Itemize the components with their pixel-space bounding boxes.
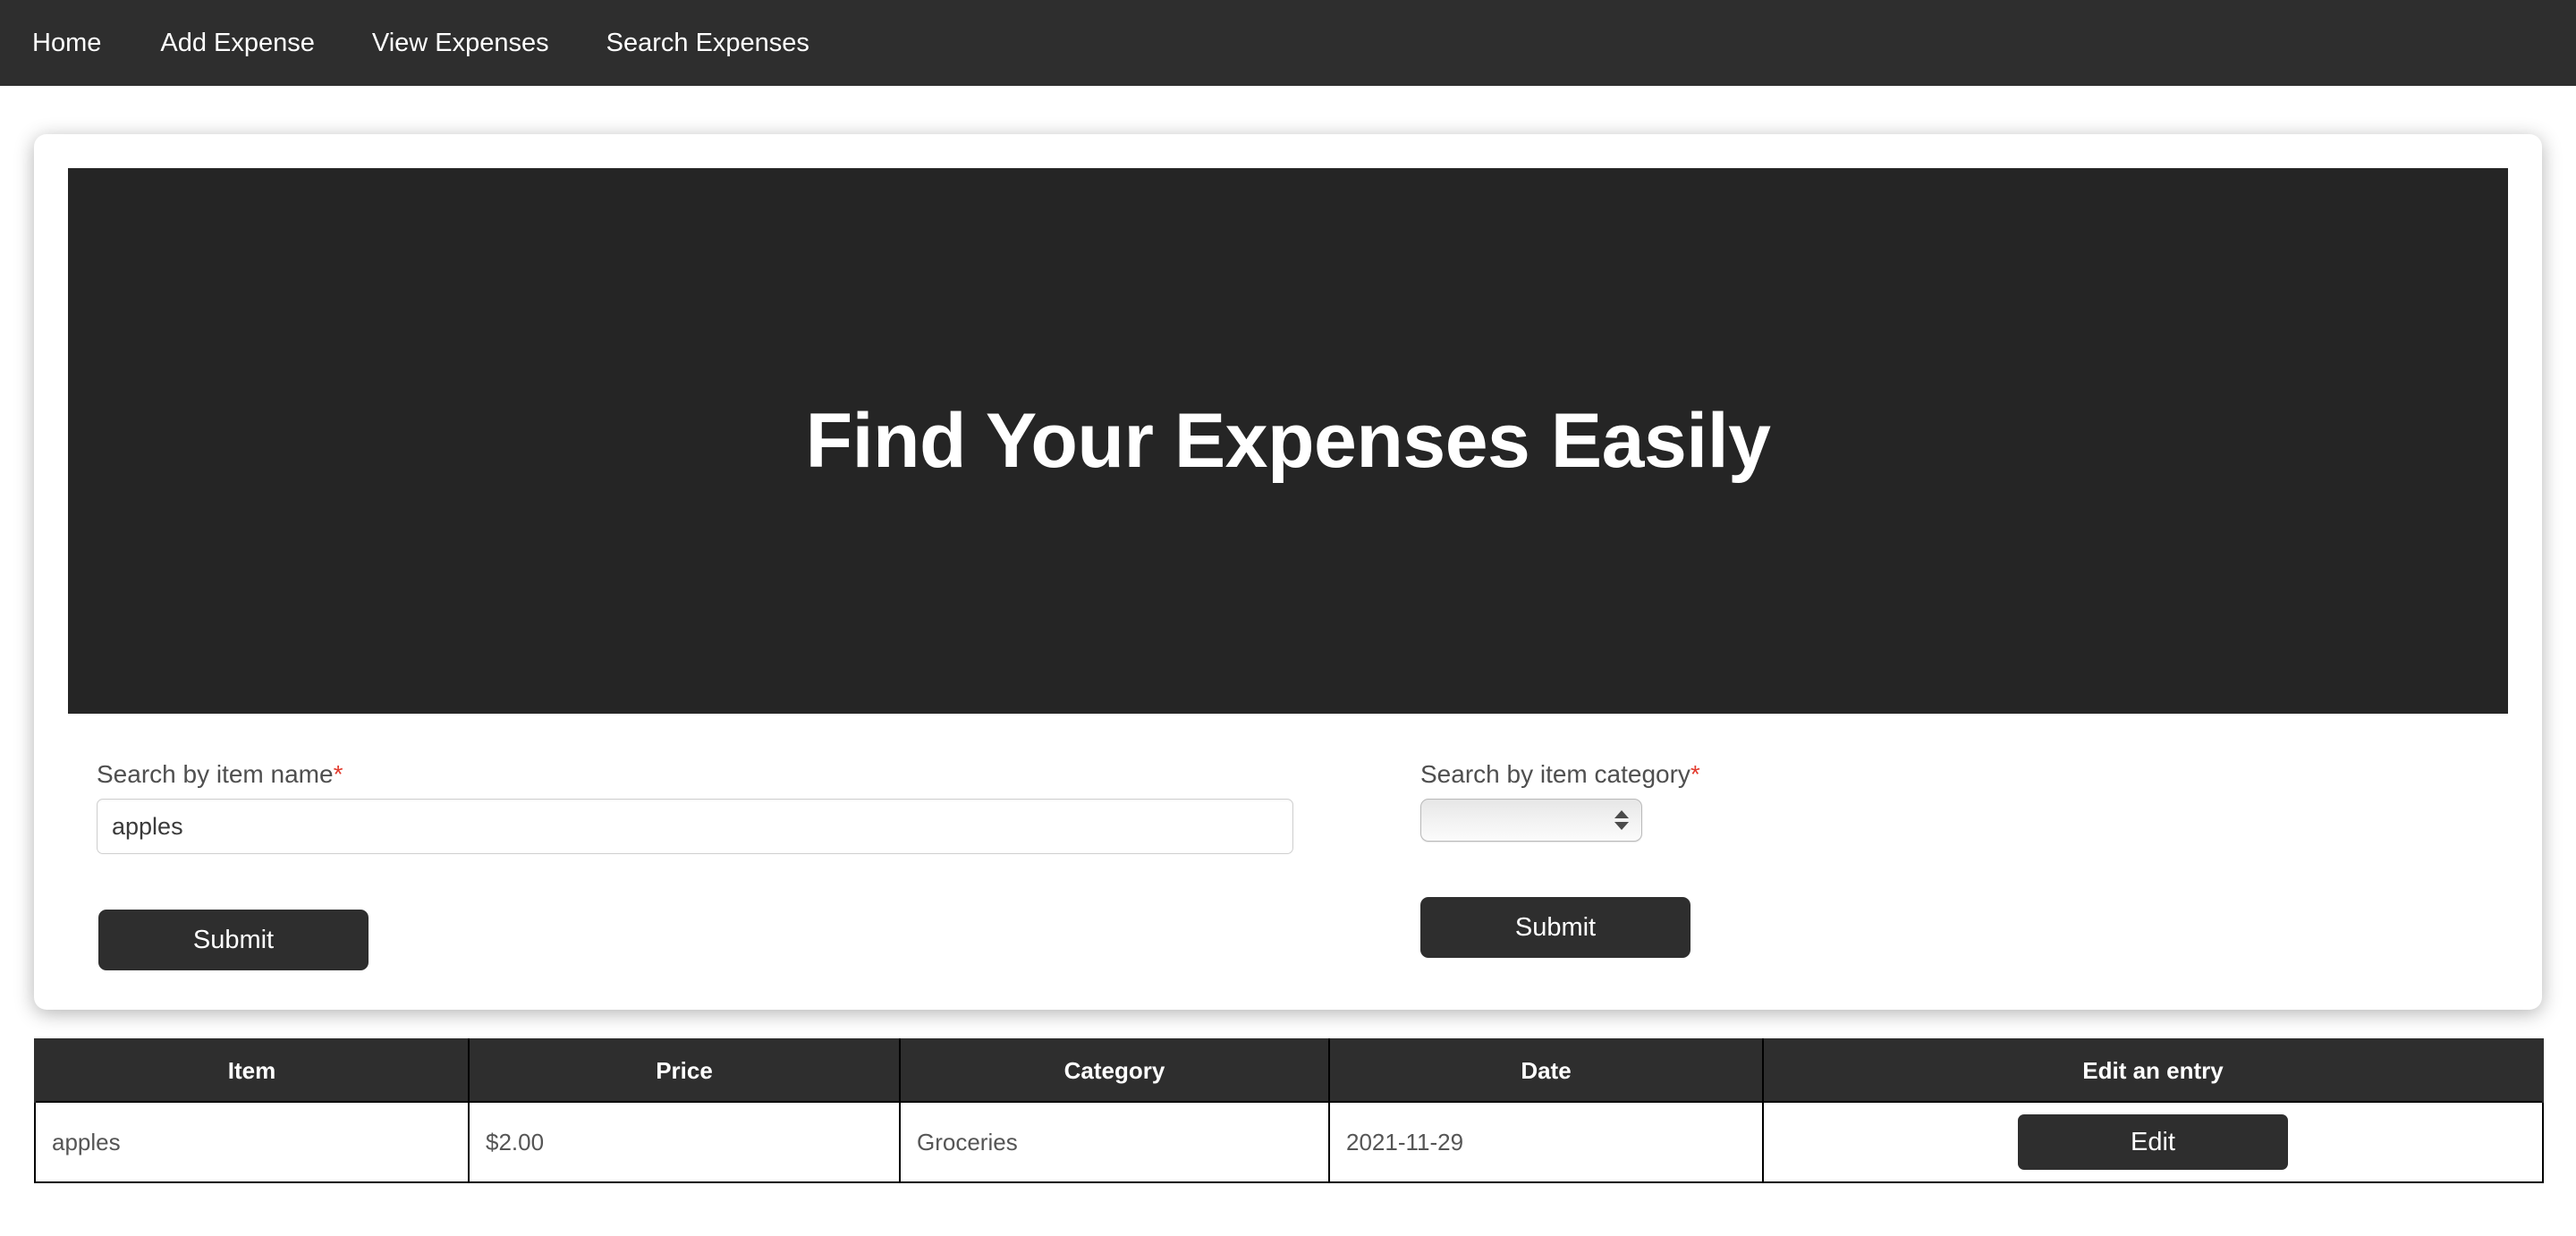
required-asterisk-category: *	[1690, 760, 1700, 788]
results-table: Item Price Category Date Edit an entry a…	[34, 1038, 2544, 1183]
table-row: apples $2.00 Groceries 2021-11-29 Edit	[34, 1101, 2544, 1183]
cell-edit-action: Edit	[1762, 1101, 2544, 1183]
required-asterisk-name: *	[333, 760, 343, 788]
cell-date: 2021-11-29	[1328, 1101, 1764, 1183]
stepper-arrows-icon	[1614, 810, 1629, 830]
search-name-label-text: Search by item name	[97, 760, 334, 788]
cell-category: Groceries	[899, 1101, 1330, 1183]
search-name-label: Search by item name*	[97, 762, 1340, 787]
cell-price: $2.00	[468, 1101, 901, 1183]
chevron-up-icon	[1614, 810, 1629, 818]
table-header-category: Category	[899, 1038, 1330, 1102]
hero-banner: Find Your Expenses Easily	[68, 168, 2508, 714]
search-by-category-form: Search by item category* Submit	[1340, 762, 2508, 970]
nav-link-home[interactable]: Home	[32, 30, 101, 56]
nav-link-search-expenses[interactable]: Search Expenses	[606, 30, 809, 56]
main-navbar: Home Add Expense View Expenses Search Ex…	[0, 0, 2576, 86]
chevron-down-icon	[1614, 822, 1629, 830]
search-by-name-form: Search by item name* Submit	[97, 762, 1340, 970]
submit-category-button[interactable]: Submit	[1420, 897, 1690, 958]
table-header-date: Date	[1328, 1038, 1764, 1102]
table-header-row: Item Price Category Date Edit an entry	[34, 1038, 2544, 1102]
search-card: Find Your Expenses Easily Search by item…	[34, 134, 2542, 1010]
edit-entry-button[interactable]: Edit	[2018, 1114, 2288, 1170]
results-table-container: Item Price Category Date Edit an entry a…	[0, 1010, 2576, 1183]
table-header-item: Item	[34, 1038, 470, 1102]
card-container: Find Your Expenses Easily Search by item…	[0, 86, 2576, 1010]
search-category-label-text: Search by item category	[1420, 760, 1690, 788]
search-name-input[interactable]	[97, 799, 1293, 854]
search-forms-row: Search by item name* Submit Search by it…	[68, 714, 2508, 970]
nav-link-view-expenses[interactable]: View Expenses	[372, 30, 549, 56]
hero-title: Find Your Expenses Easily	[805, 397, 1771, 484]
search-category-select[interactable]	[1420, 799, 1642, 842]
submit-name-button[interactable]: Submit	[98, 910, 369, 970]
table-header-edit: Edit an entry	[1762, 1038, 2544, 1102]
cell-item: apples	[34, 1101, 470, 1183]
search-category-label: Search by item category*	[1420, 762, 2508, 787]
nav-link-add-expense[interactable]: Add Expense	[160, 30, 315, 56]
table-header-price: Price	[468, 1038, 901, 1102]
